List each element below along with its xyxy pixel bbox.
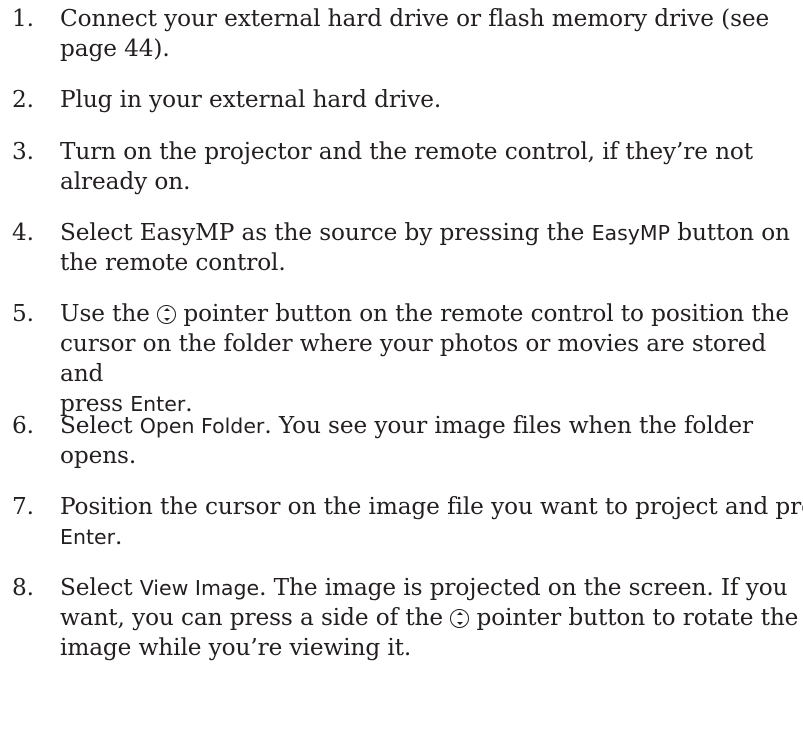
step-line: Select View Image. The image is projecte… xyxy=(60,573,802,603)
step-text: Plug in your external hard drive. xyxy=(60,85,802,115)
step-text-segment: Use the xyxy=(60,300,158,327)
step-line: opens. xyxy=(60,442,137,469)
step-line: image while you’re viewing it. xyxy=(60,634,412,661)
step-2: 2. Plug in your external hard drive. xyxy=(0,85,803,115)
step-number: 3. xyxy=(12,138,34,165)
step-text: Connect your external hard drive or flas… xyxy=(60,4,802,64)
easymp-button-label: EasyMP xyxy=(591,221,670,245)
step-3: 3. Turn on the projector and the remote … xyxy=(0,137,803,197)
open-folder-label: Open Folder xyxy=(139,414,265,438)
step-text: Select EasyMP as the source by pressing … xyxy=(60,218,802,278)
step-line: the remote control. xyxy=(60,249,286,276)
step-number: 1. xyxy=(12,5,34,32)
step-line: page 44). xyxy=(60,35,170,62)
step-text-segment: pointer button on the remote control to … xyxy=(176,300,790,327)
step-line: Position the cursor on the image file yo… xyxy=(60,493,803,520)
step-text-segment: Select EasyMP as the source by pressing … xyxy=(60,219,592,246)
step-text: Use the pointer button on the remote con… xyxy=(60,299,802,419)
step-number: 8. xyxy=(12,574,34,601)
step-number: 6. xyxy=(12,412,34,439)
pointer-button-icon xyxy=(450,609,470,628)
step-line: Select Open Folder. You see your image f… xyxy=(60,411,802,441)
step-text-segment: Select xyxy=(60,574,140,601)
step-text-segment: pointer button to rotate the xyxy=(469,604,799,631)
step-number: 2. xyxy=(12,86,34,113)
step-number: 4. xyxy=(12,219,34,246)
step-text: Select View Image. The image is projecte… xyxy=(60,573,802,663)
step-text: Turn on the projector and the remote con… xyxy=(60,137,802,197)
enter-button-label: Enter xyxy=(60,525,116,549)
step-text-segment: . The image is projected on the screen. … xyxy=(259,574,788,601)
pointer-button-icon xyxy=(157,305,177,324)
step-number: 5. xyxy=(12,300,34,327)
step-line: Turn on the projector and the remote con… xyxy=(60,138,753,165)
step-1: 1. Connect your external hard drive or f… xyxy=(0,4,803,64)
step-line: Enter. xyxy=(60,522,802,552)
step-line: already on. xyxy=(60,168,191,195)
step-line: Connect your external hard drive or flas… xyxy=(60,5,770,32)
step-7: 7. Position the cursor on the image file… xyxy=(0,492,803,552)
step-line: want, you can press a side of the pointe… xyxy=(60,603,802,633)
step-text-segment: . You see your image files when the fold… xyxy=(264,412,753,439)
step-number: 7. xyxy=(12,493,34,520)
step-4: 4. Select EasyMP as the source by pressi… xyxy=(0,218,803,278)
step-text-segment: button on xyxy=(669,219,790,246)
step-8: 8. Select View Image. The image is proje… xyxy=(0,573,803,663)
step-text: Select Open Folder. You see your image f… xyxy=(60,411,802,471)
step-text-segment: want, you can press a side of the xyxy=(60,604,451,631)
step-line: Use the pointer button on the remote con… xyxy=(60,299,802,329)
view-image-label: View Image xyxy=(139,576,260,600)
step-5: 5. Use the pointer button on the remote … xyxy=(0,299,803,417)
step-text: Position the cursor on the image file yo… xyxy=(60,492,803,552)
step-line: Select EasyMP as the source by pressing … xyxy=(60,218,802,248)
step-text-segment: Select xyxy=(60,412,140,439)
step-line: cursor on the folder where your photos o… xyxy=(60,330,767,387)
step-6: 6. Select Open Folder. You see your imag… xyxy=(0,411,803,471)
step-line: Plug in your external hard drive. xyxy=(60,86,442,113)
step-text-segment: . xyxy=(115,523,123,550)
